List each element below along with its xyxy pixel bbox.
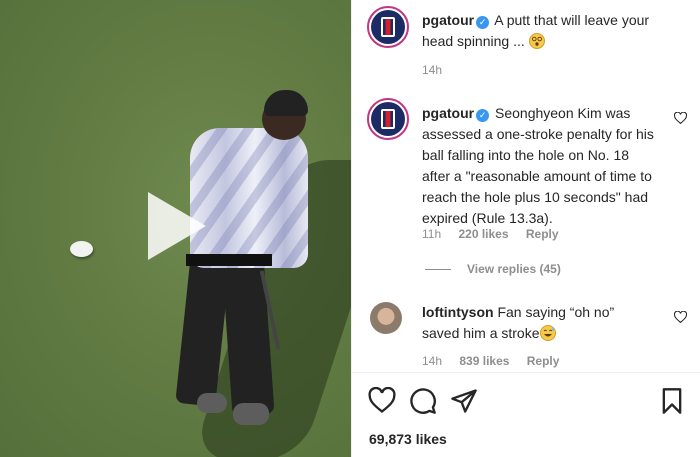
pga-tour-logo <box>381 17 395 37</box>
grinning-sweat-emoji <box>539 325 556 341</box>
play-icon[interactable] <box>148 192 206 260</box>
comment-2-text-line2: saved him a stroke <box>422 325 540 341</box>
avatar-loftintyson[interactable] <box>370 302 402 334</box>
comment-1-likes[interactable]: 220 likes <box>458 227 508 241</box>
comment-1-text: Seonghyeon Kim was assessed a one-stroke… <box>422 105 654 226</box>
view-replies-line <box>425 268 451 270</box>
golfer-shirt <box>190 128 308 268</box>
verified-badge-icon: ✓ <box>476 16 490 29</box>
comment-1-meta: 11h 220 likes Reply <box>422 227 573 241</box>
view-replies-label: View replies (45) <box>467 262 561 276</box>
dizzy-face-emoji <box>528 33 545 49</box>
verified-badge-icon: ✓ <box>476 109 490 122</box>
comment-2-meta: 14h 839 likes Reply <box>422 354 573 368</box>
comment-icon[interactable] <box>409 387 437 415</box>
comment-1-like-icon[interactable] <box>674 112 687 124</box>
golf-ball <box>70 241 93 257</box>
comment-1-username[interactable]: pgatour <box>422 105 474 121</box>
comment-2-time[interactable]: 14h <box>422 354 442 368</box>
golfer-cap <box>264 90 308 116</box>
caption-meta: 14h <box>422 63 456 77</box>
paper-plane-icon[interactable] <box>450 387 478 415</box>
caption-time[interactable]: 14h <box>422 63 442 77</box>
comment-2-likes[interactable]: 839 likes <box>459 354 509 368</box>
comment-2-like-icon[interactable] <box>674 311 687 323</box>
comment-2-username[interactable]: loftintyson <box>422 304 494 320</box>
avatar-pgatour-comment[interactable] <box>367 98 409 140</box>
comment-2: loftintyson Fan saying “oh no” saved him… <box>422 302 662 344</box>
comment-1: pgatour ✓ Seonghyeon Kim was assessed a o… <box>422 103 660 229</box>
post-actions-bar: 69,873 likes <box>351 372 700 457</box>
likes-count[interactable]: 69,873 likes <box>369 431 447 447</box>
caption-username[interactable]: pgatour <box>422 12 474 28</box>
comment-2-reply[interactable]: Reply <box>527 354 560 368</box>
view-replies-button[interactable]: View replies (45) <box>425 262 561 276</box>
golfer-legs <box>175 253 275 425</box>
avatar-pgatour[interactable] <box>367 6 409 48</box>
golfer-right-leg <box>221 253 275 417</box>
golfer-right-shoe <box>233 403 269 425</box>
caption: pgatour ✓ A putt that will leave your hea… <box>422 10 684 52</box>
golfer-left-shoe <box>197 393 227 413</box>
heart-icon[interactable] <box>368 387 396 415</box>
comment-1-time[interactable]: 11h <box>422 227 441 241</box>
post-video[interactable] <box>0 0 351 457</box>
comment-2-text-line1: Fan saying “oh no” <box>497 304 615 320</box>
bookmark-icon[interactable] <box>658 387 686 415</box>
pga-tour-logo <box>381 109 395 129</box>
comment-1-reply[interactable]: Reply <box>526 227 559 241</box>
